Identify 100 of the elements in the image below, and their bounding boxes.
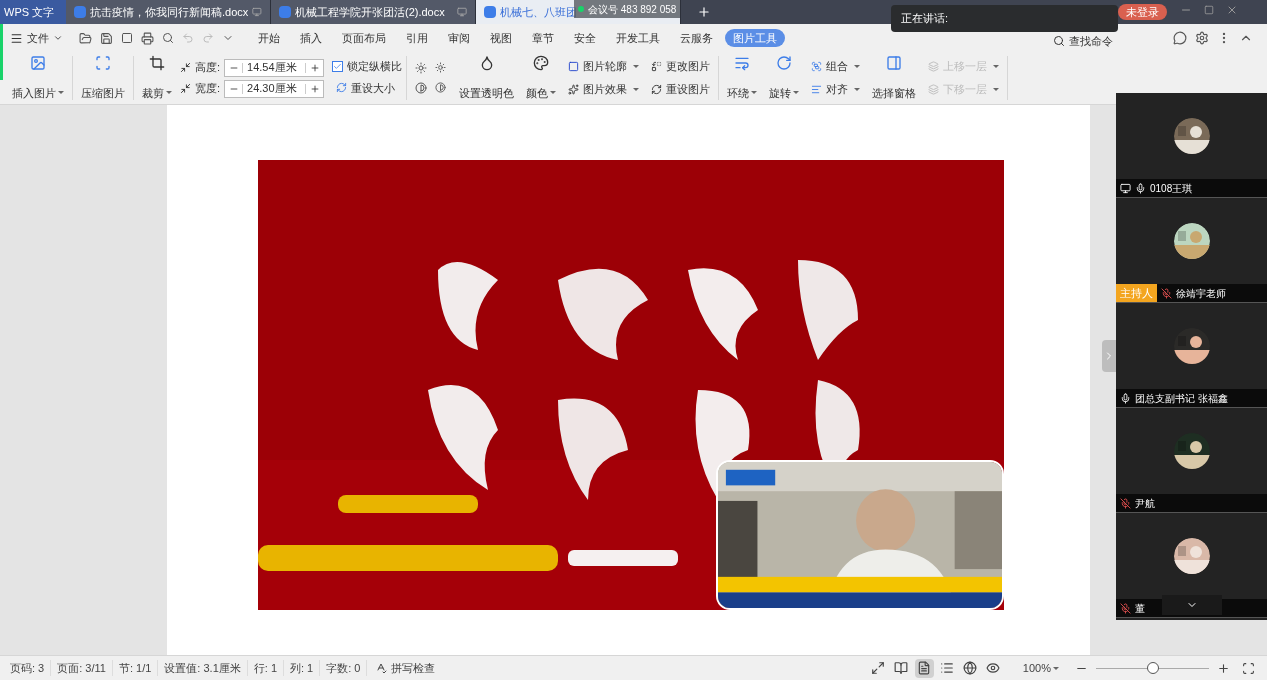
eye-icon <box>986 661 1001 675</box>
size-field[interactable]: 24.30厘米 <box>224 79 325 98</box>
settings-icon[interactable] <box>1195 31 1209 45</box>
lock-ratio-checkbox[interactable]: 锁定纵横比 <box>332 58 403 75</box>
menu-icon <box>10 31 23 45</box>
monitor-icon <box>457 7 467 17</box>
insert-picture-button[interactable]: 插入图片 <box>8 55 68 101</box>
caret-icon <box>166 91 172 95</box>
menu-tab[interactable]: 安全 <box>566 29 604 47</box>
zoom-dropdown[interactable]: 100% <box>1022 659 1059 677</box>
plus-icon[interactable] <box>309 83 320 94</box>
align-icon <box>811 84 823 95</box>
picture-outline-button[interactable]: 图片轮廓 <box>564 56 644 77</box>
caret-icon <box>58 91 64 95</box>
close-icon[interactable] <box>1226 4 1238 16</box>
caret-icon <box>633 88 640 91</box>
document-tab[interactable]: 抗击疫情，你我同行新闻稿.docx <box>66 0 271 24</box>
reset-picture-button[interactable]: 重设图片 <box>647 79 715 100</box>
panel-toggle[interactable] <box>1102 340 1116 372</box>
picture-effects-button[interactable]: 图片效果 <box>564 79 644 100</box>
contrast-down-icon[interactable] <box>435 82 447 93</box>
zoom-slider[interactable] <box>1096 662 1209 674</box>
spell-check-button[interactable]: 拼写检查 <box>367 659 444 677</box>
pane-icon <box>886 55 903 71</box>
fullscreen-icon <box>871 661 886 675</box>
print-icon[interactable] <box>141 31 154 45</box>
document-icon <box>279 6 291 18</box>
rotate-button[interactable]: 旋转 <box>765 55 804 101</box>
rotate-icon <box>776 55 793 71</box>
chat-icon[interactable] <box>1173 31 1187 45</box>
caret-icon <box>633 65 640 68</box>
menu-tab[interactable]: 引用 <box>398 29 436 47</box>
color-button[interactable]: 颜色 <box>522 55 561 101</box>
page-icon <box>917 661 932 675</box>
change-picture-button[interactable]: 更改图片 <box>647 56 715 77</box>
status-item: 节: 1/1 <box>112 659 159 677</box>
caret-icon <box>793 91 800 95</box>
status-item: 页面: 3/11 <box>51 659 113 677</box>
check-icon <box>333 62 343 71</box>
menu-tab[interactable]: 插入 <box>292 29 330 47</box>
caret-icon <box>751 91 758 95</box>
mic-icon <box>1135 182 1146 194</box>
menu-tab[interactable]: 云服务 <box>672 29 721 47</box>
view-mode-button[interactable] <box>914 658 934 678</box>
wrap-icon <box>734 55 751 71</box>
crop-button[interactable]: 裁剪 <box>138 55 176 101</box>
zoom-in-icon[interactable] <box>1217 661 1230 675</box>
status-item: 行: 1 <box>247 659 284 677</box>
mic-icon <box>1120 392 1131 404</box>
compress-picture-button[interactable]: 压缩图片 <box>77 55 129 101</box>
preview-icon[interactable] <box>162 32 174 44</box>
plus-icon <box>697 5 711 19</box>
caret-icon <box>1053 666 1059 670</box>
layers-icon <box>928 84 940 95</box>
participant-name: 团总支副书记 张福鑫 <box>1135 391 1228 406</box>
size-field[interactable]: 14.54厘米 <box>224 58 325 77</box>
folder-icon[interactable] <box>79 31 92 45</box>
muted-mic-icon <box>1120 602 1131 614</box>
file-menu[interactable]: 文件 <box>10 29 63 47</box>
selection-pane-button[interactable]: 选择窗格 <box>868 55 921 101</box>
document-tab[interactable]: 机械工程学院开张团活(2).docx <box>271 0 476 24</box>
menu-tab[interactable]: 页面布局 <box>334 29 394 47</box>
meeting-id-badge: 会议号 483 892 058 <box>574 0 681 18</box>
brightness-up-icon[interactable] <box>415 62 428 74</box>
document-icon <box>74 6 86 18</box>
group-button[interactable]: 组合 <box>807 56 865 77</box>
caret-icon <box>854 88 861 91</box>
menu-tab[interactable]: 章节 <box>524 29 562 47</box>
menu-tab[interactable]: 开始 <box>250 29 288 47</box>
globe-icon <box>963 661 978 675</box>
search-command[interactable]: 查找命令 <box>1053 32 1113 50</box>
size-label: 高度: <box>195 60 221 76</box>
app-tab[interactable]: WPS 文字 <box>0 0 66 24</box>
reset-size-button[interactable]: 重设大小 <box>332 77 403 98</box>
speaking-popup: 正在讲话: <box>891 5 1118 32</box>
menu-tab[interactable]: 视图 <box>482 29 520 47</box>
list-icon <box>940 661 955 675</box>
plus-icon[interactable] <box>309 62 320 73</box>
contrast-up-icon[interactable] <box>415 82 428 94</box>
fit-icon[interactable] <box>1242 661 1255 675</box>
monitor-icon <box>252 7 262 17</box>
save-icon[interactable] <box>100 31 113 45</box>
width-icon <box>180 83 191 94</box>
status-item: 字数: 0 <box>320 659 368 677</box>
crop-icon <box>149 55 165 71</box>
transparent-color-button[interactable]: 设置透明色 <box>455 55 519 101</box>
menu-tab[interactable]: 审阅 <box>440 29 478 47</box>
palette-icon <box>533 55 550 71</box>
login-button[interactable]: 未登录 <box>1118 4 1167 20</box>
search-icon <box>1053 35 1065 47</box>
brightness-down-icon[interactable] <box>435 62 447 73</box>
caret-icon <box>550 91 557 95</box>
height-icon <box>180 62 191 73</box>
refresh-icon <box>336 82 348 94</box>
menu-tab[interactable]: 开发工具 <box>608 29 668 47</box>
size-label: 宽度: <box>195 81 221 97</box>
host-badge: 主持人 <box>1116 284 1157 302</box>
wrap-button[interactable]: 环绕 <box>723 55 762 101</box>
align-button[interactable]: 对齐 <box>807 79 865 100</box>
status-item: 页码: 3 <box>4 659 52 677</box>
